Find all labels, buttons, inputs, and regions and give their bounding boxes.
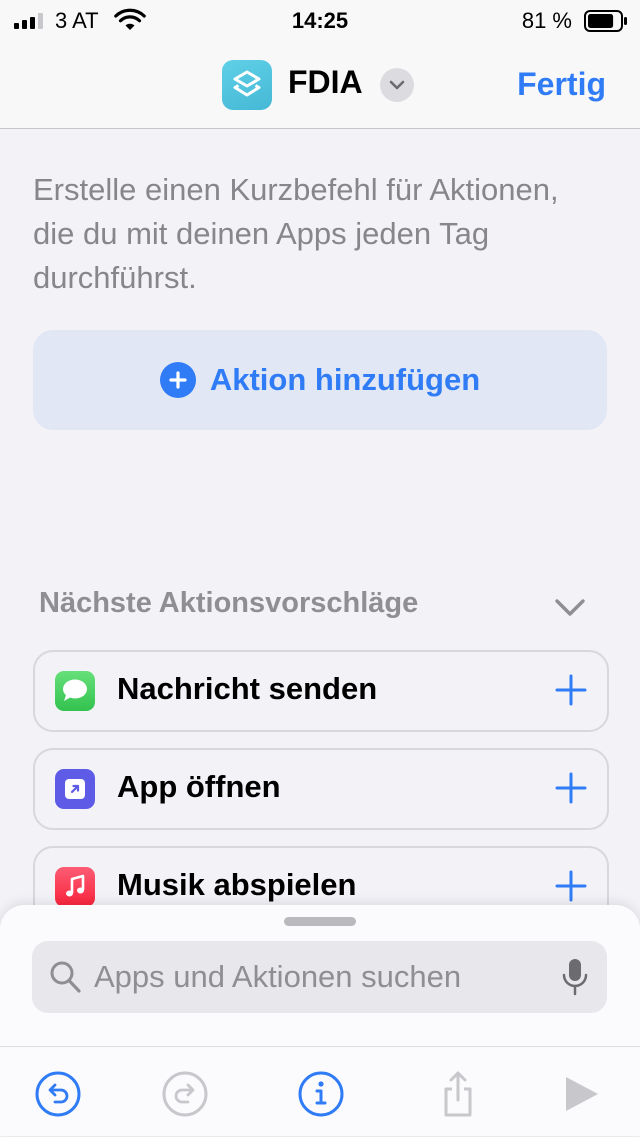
search-bar[interactable] xyxy=(32,941,607,1013)
add-suggestion-icon[interactable] xyxy=(553,868,589,904)
search-input[interactable] xyxy=(94,951,534,1003)
play-icon[interactable] xyxy=(556,1069,606,1119)
intro-text: Erstelle einen Kurzbefehl für Aktionen, … xyxy=(33,172,559,295)
shortcut-glyph xyxy=(233,70,261,97)
add-action-label: Aktion hinzufügen xyxy=(209,362,481,397)
battery-percentage: 81 % xyxy=(521,8,572,33)
shortcut-title[interactable]: FDIA xyxy=(288,64,363,101)
sheet-grabber-handle[interactable] xyxy=(284,917,356,926)
suggestion-label: App öffnen xyxy=(117,769,281,804)
collapse-chevron-icon[interactable] xyxy=(552,590,588,626)
title-menu-chevron-icon[interactable] xyxy=(380,68,414,102)
battery-icon xyxy=(584,10,627,32)
search-icon xyxy=(50,961,81,993)
microphone-icon[interactable] xyxy=(561,957,589,997)
suggestion-label: Nachricht senden xyxy=(117,671,378,706)
action-search-sheet xyxy=(0,905,640,1136)
suggestion-label: Musik abspielen xyxy=(117,867,357,902)
navigation-bar: FDIA Fertig xyxy=(0,44,640,129)
open-app-icon xyxy=(55,769,95,809)
add-action-button[interactable]: Aktion hinzufügen xyxy=(33,330,607,430)
undo-icon[interactable] xyxy=(33,1069,83,1119)
bottom-toolbar xyxy=(0,1046,640,1137)
plus-circle-icon xyxy=(159,362,196,398)
status-bar: 3 AT 14:25 81 % xyxy=(0,0,640,44)
music-icon xyxy=(55,867,95,907)
redo-icon[interactable] xyxy=(160,1069,210,1119)
add-suggestion-icon[interactable] xyxy=(553,770,589,806)
suggestion-send-message[interactable]: Nachricht senden xyxy=(33,650,609,732)
messages-icon xyxy=(55,671,95,711)
suggestions-header: Nächste Aktionsvorschläge xyxy=(39,587,419,619)
share-icon[interactable] xyxy=(433,1069,483,1119)
done-button[interactable]: Fertig xyxy=(517,66,606,103)
shortcuts-layers-icon[interactable] xyxy=(222,60,272,110)
suggestion-open-app[interactable]: App öffnen xyxy=(33,748,609,830)
add-suggestion-icon[interactable] xyxy=(553,672,589,708)
info-icon[interactable] xyxy=(296,1069,346,1119)
